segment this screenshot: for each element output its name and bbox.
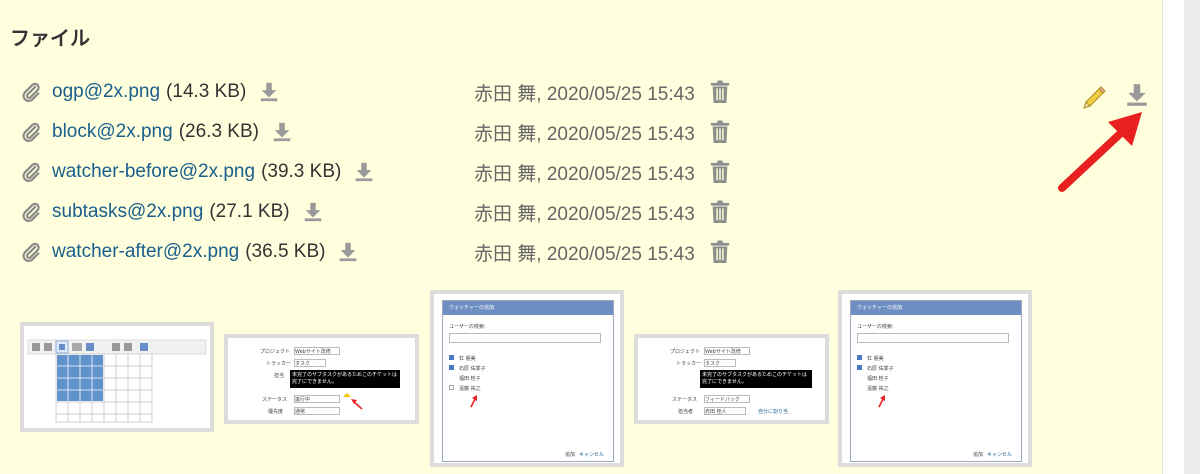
trash-icon[interactable] [709, 160, 731, 184]
download-icon[interactable] [337, 241, 359, 263]
attachment-meta: 赤田 舞, 2020/05/25 15:43 [474, 157, 731, 187]
paperclip-icon [20, 81, 42, 103]
thumb-user: 遠藤 祐之 [459, 386, 481, 392]
attachment-row: subtasks@2x.png (27.1 KB) [20, 197, 324, 227]
author-timestamp: 赤田 舞, 2020/05/25 15:43 [474, 123, 695, 145]
thumb-red-arrow [878, 395, 885, 408]
thumbnail-image[interactable]: ウォッチャーの追加 ユーザーの検索: 杠 朋美 石原 佑季子 福田 桂子 遠藤 … [838, 290, 1032, 467]
file-size: (36.5 KB) [245, 241, 326, 262]
thumb-user: 杠 朋美 [459, 356, 476, 362]
attachment-row: block@2x.png (26.3 KB) [20, 117, 293, 147]
thumb-select: 通常 [294, 407, 340, 415]
red-arrow [1058, 112, 1142, 192]
attachment-link[interactable]: ogp@2x.png [52, 81, 160, 103]
attachment-meta: 赤田 舞, 2020/05/25 15:43 [474, 197, 731, 227]
file-size: (39.3 KB) [261, 161, 342, 182]
paperclip-icon [20, 161, 42, 183]
thumb-label: ユーザーの検索: [449, 324, 486, 330]
thumb-tooltip: 未完了のサブタスクがあるためこのチケットは完了にできません。 [290, 370, 400, 388]
thumb-label: ステータス [672, 397, 698, 403]
thumb-label: 担当 [274, 373, 285, 379]
thumb-select: Webサイト改修 [704, 347, 750, 355]
thumbnail-graphic [24, 326, 210, 428]
download-icon[interactable] [353, 161, 375, 183]
paperclip-icon [20, 121, 42, 143]
author-timestamp: 赤田 舞, 2020/05/25 15:43 [474, 203, 695, 225]
thumb-dialog: ウォッチャーの追加 ユーザーの検索: 杠 朋美 石原 佑季子 福田 桂子 遠藤 … [442, 300, 614, 462]
file-size: (26.3 KB) [178, 121, 259, 142]
thumb-select: タスク [294, 359, 326, 367]
thumb-label: トラッカー [676, 361, 702, 367]
thumb-dialog-title: ウォッチャーの追加 [851, 301, 1021, 315]
thumb-select: 赤田 桂人 [704, 407, 746, 415]
trash-icon[interactable] [709, 120, 731, 144]
thumbnail-image[interactable]: プロジェクト Webサイト改修 トラッカー タスク 担当 未完了のサブタスクがあ… [224, 334, 419, 424]
thumb-button: 追加 [973, 452, 984, 458]
download-icon[interactable] [271, 121, 293, 143]
thumb-link: 自分に割り当 [758, 409, 789, 415]
thumb-label: プロジェクト [670, 349, 701, 355]
thumb-tooltip: 未完了のサブタスクがあるためこのチケットは完了にできません。 [700, 370, 812, 388]
thumb-user: 石原 佑季子 [459, 366, 486, 372]
trash-icon[interactable] [709, 240, 731, 264]
attachment-link[interactable]: watcher-after@2x.png [52, 241, 239, 263]
attachment-meta: 赤田 舞, 2020/05/25 15:43 [474, 117, 731, 147]
file-size: (27.1 KB) [209, 201, 290, 222]
download-icon[interactable] [302, 201, 324, 223]
thumbnail-image[interactable] [20, 322, 214, 432]
thumb-link: キャンセル [579, 452, 605, 458]
thumb-select: 進行中 [294, 395, 340, 403]
thumb-dialog: ウォッチャーの追加 ユーザーの検索: 杠 朋美 石原 佑季子 福田 桂子 遠藤 … [850, 300, 1022, 462]
sidebar-edge [1162, 0, 1185, 474]
thumb-user: 杠 朋美 [867, 356, 884, 362]
thumb-label: ユーザーの検索: [857, 324, 894, 330]
thumbnail-image[interactable]: ウォッチャーの追加 ユーザーの検索: 杠 朋美 石原 佑季子 福田 桂子 遠藤 … [430, 290, 624, 467]
thumb-label: 優先度 [268, 409, 284, 415]
download-icon[interactable] [258, 81, 280, 103]
file-size: (14.3 KB) [166, 81, 247, 102]
section-title: ファイル [10, 28, 90, 50]
thumb-button: 追加 [565, 452, 576, 458]
trash-icon[interactable] [709, 80, 731, 104]
author-timestamp: 赤田 舞, 2020/05/25 15:43 [474, 163, 695, 185]
thumb-label: 担当者 [678, 409, 694, 415]
paperclip-icon [20, 201, 42, 223]
attachment-link[interactable]: subtasks@2x.png [52, 201, 203, 223]
attachment-row: watcher-before@2x.png (39.3 KB) [20, 157, 375, 187]
thumb-select: Webサイト改修 [294, 347, 340, 355]
thumb-user: 石原 佑季子 [867, 366, 894, 372]
trash-icon[interactable] [709, 200, 731, 224]
attachment-link[interactable]: watcher-before@2x.png [52, 161, 255, 183]
attachment-link[interactable]: block@2x.png [52, 121, 173, 143]
author-timestamp: 赤田 舞, 2020/05/25 15:43 [474, 83, 695, 105]
thumb-link: キャンセル [987, 452, 1013, 458]
thumb-user: 遠藤 祐之 [867, 386, 889, 392]
scrollbar[interactable] [1184, 0, 1200, 474]
thumb-user: 福田 桂子 [867, 376, 889, 382]
thumb-search-box [857, 333, 1009, 343]
thumb-select: タスク [704, 359, 736, 367]
thumb-label: ステータス [262, 397, 288, 403]
thumb-dialog-title: ウォッチャーの追加 [443, 301, 613, 315]
paperclip-icon [20, 241, 42, 263]
thumb-red-arrow [470, 395, 477, 408]
thumbnail-image[interactable]: プロジェクト Webサイト改修 トラッカー タスク 未完了のサブタスクがあるため… [634, 334, 829, 424]
attachment-row: ogp@2x.png (14.3 KB) [20, 77, 280, 107]
thumb-search-box [449, 333, 601, 343]
attachment-meta: 赤田 舞, 2020/05/25 15:43 [474, 77, 731, 107]
thumb-label: トラッカー [266, 361, 292, 367]
attachment-row: watcher-after@2x.png (36.5 KB) [20, 237, 359, 267]
author-timestamp: 赤田 舞, 2020/05/25 15:43 [474, 243, 695, 265]
thumb-user: 福田 桂子 [459, 376, 481, 382]
thumb-label: プロジェクト [260, 349, 291, 355]
thumb-select: フィードバック [704, 395, 750, 403]
thumb-red-arrow [343, 393, 363, 410]
attachment-meta: 赤田 舞, 2020/05/25 15:43 [474, 237, 731, 267]
